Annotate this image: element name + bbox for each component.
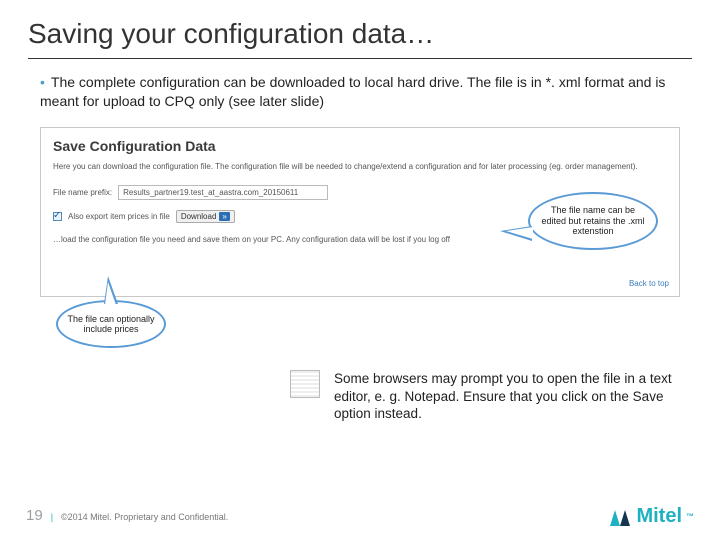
notepad-icon	[290, 370, 320, 398]
bullet-text: The complete configuration can be downlo…	[40, 74, 665, 109]
screenshot-description: Here you can download the configuration …	[53, 162, 667, 171]
bullet-dot-icon: •	[40, 74, 45, 90]
download-arrow-icon: »	[219, 212, 229, 221]
filename-prefix-label: File name prefix:	[53, 188, 112, 197]
footer-separator: |	[51, 512, 53, 522]
mitel-logo-tm: ™	[686, 512, 694, 521]
footer-copyright: ©2014 Mitel. Proprietary and Confidentia…	[61, 512, 228, 522]
callout-filename: The file name can be edited but retains …	[528, 192, 658, 250]
page-title: Saving your configuration data…	[0, 0, 720, 58]
filename-input[interactable]: Results_partner19.test_at_aastra.com_201…	[118, 185, 328, 200]
page-number: 19	[26, 507, 43, 524]
screenshot-heading: Save Configuration Data	[53, 138, 667, 154]
export-prices-checkbox[interactable]	[53, 212, 62, 221]
download-button[interactable]: Download »	[176, 210, 235, 223]
download-button-label: Download	[181, 212, 217, 221]
back-to-top-link[interactable]: Back to top	[629, 279, 669, 288]
browser-note-text: Some browsers may prompt you to open the…	[334, 370, 672, 423]
bullet-body: •The complete configuration can be downl…	[0, 59, 720, 121]
mitel-logo: Mitel ™	[608, 505, 694, 528]
mitel-logo-icon	[608, 506, 632, 528]
callout-prices-text: The file can optionally include prices	[66, 314, 156, 335]
export-prices-label: Also export item prices in file	[68, 212, 170, 221]
mitel-logo-text: Mitel	[636, 505, 682, 528]
footer: 19 | ©2014 Mitel. Proprietary and Confid…	[26, 507, 228, 524]
browser-note: Some browsers may prompt you to open the…	[290, 370, 672, 423]
callout-prices: The file can optionally include prices	[56, 300, 166, 348]
callout-filename-text: The file name can be edited but retains …	[538, 205, 648, 236]
